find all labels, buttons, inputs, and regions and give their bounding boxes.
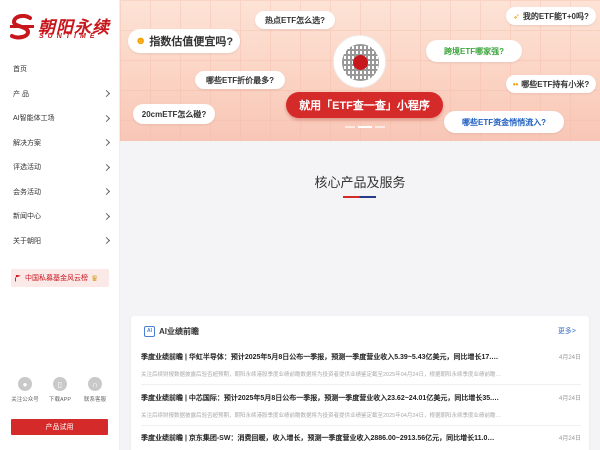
nav-item-events[interactable]: 会务活动 xyxy=(0,180,120,205)
banner-bubble: ☻ 指数估值便宜吗? xyxy=(128,29,240,53)
chevron-right-icon xyxy=(102,114,111,122)
carousel-dot[interactable] xyxy=(375,126,385,128)
qr-label: 下载APP xyxy=(48,397,71,403)
nav-label: 首页 xyxy=(13,66,27,74)
nav-item-home[interactable]: 首页 xyxy=(0,57,120,82)
list-item[interactable]: 季度业绩前瞻 | 京东集团-SW：消费回暖，收入增长，预测一季度营业收入2886… xyxy=(141,433,581,443)
chevron-right-icon xyxy=(102,237,111,245)
nav-label: 新闻中心 xyxy=(13,213,41,221)
chevron-right-icon xyxy=(102,90,111,98)
promo-pill: 就用「ETF查一查」小程序 xyxy=(286,92,443,118)
item-summary: 关注后续财报数据披露后验否超预期，朝阳永续港股季度业绩前瞻数据将为投资者提供业绩… xyxy=(141,372,501,378)
item-title[interactable]: 季度业绩前瞻 | 中芯国际：预计2025年5月8日公布一季报，预测一季度营业收入… xyxy=(141,393,499,403)
chevron-right-icon xyxy=(102,188,111,196)
award-label: 中国私募基金风云榜 xyxy=(25,275,88,282)
item-date: 4月24日 xyxy=(558,436,581,442)
qr-label: 关注公众号 xyxy=(11,397,39,403)
item-summary: 关注后续财报数据披露后验否超预期，朝阳永续港股季度业绩前瞻数据将为投资者提供业绩… xyxy=(141,413,501,419)
nav-item-solutions[interactable]: 解决方案 xyxy=(0,131,120,156)
banner-bubble: ➶ 我的ETF能T+0吗? xyxy=(506,7,596,25)
item-date: 4月24日 xyxy=(558,355,581,361)
chevron-right-icon xyxy=(102,139,111,147)
nav-item-ai-factory[interactable]: AI智能体工场 xyxy=(0,106,120,131)
card-title: AI AI业绩前瞻 xyxy=(144,325,199,337)
main-nav: 首页 产 品 AI智能体工场 解决方案 评选活动 会务活动 新闻中心 关于朝阳 xyxy=(0,57,120,253)
ai-icon: AI xyxy=(144,325,155,337)
item-date: 4月24日 xyxy=(558,396,581,402)
nav-label: 产 品 xyxy=(13,90,29,98)
thinking-face-icon: ☻ xyxy=(134,35,147,47)
chevron-right-icon xyxy=(102,212,111,220)
banner-bubble: 哪些ETF折价最多? xyxy=(195,71,285,89)
headset-icon: ∩ xyxy=(88,377,102,391)
banner-bubble: 哪些ETF资金悄悄流入? xyxy=(444,111,564,133)
nav-item-about[interactable]: 关于朝阳 xyxy=(0,229,120,254)
sidebar: 朝阳永续 SUNTIME 首页 产 品 AI智能体工场 解决方案 评选活动 会务… xyxy=(0,0,120,450)
nav-label: 会务活动 xyxy=(13,188,41,196)
award-banner[interactable]: 中国私募基金风云榜 ♛ xyxy=(11,269,109,287)
card-title-label: AI业绩前瞻 xyxy=(159,326,199,336)
section-underline xyxy=(343,196,376,198)
chevron-right-icon xyxy=(102,163,111,171)
item-title[interactable]: 季度业绩前瞻 | 京东集团-SW：消费回暖，收入增长，预测一季度营业收入2886… xyxy=(141,433,494,443)
divider xyxy=(141,384,581,385)
nav-item-products[interactable]: 产 品 xyxy=(0,82,120,107)
rocket-icon: ➶ xyxy=(513,11,520,21)
qr-label: 联系客服 xyxy=(83,397,106,403)
nav-label: 关于朝阳 xyxy=(13,237,41,245)
item-title[interactable]: 季度业绩前瞻 | 华虹半导体：预计2025年5月8日公布一季报，预测一季度营业收… xyxy=(141,352,498,362)
nav-label: 评选活动 xyxy=(13,164,41,172)
qr-link-wechat[interactable]: ● 关注公众号 xyxy=(8,377,42,403)
card-header: AI AI业绩前瞻 更多> xyxy=(131,316,589,346)
phone-icon: ▯ xyxy=(53,377,67,391)
list-item[interactable]: 季度业绩前瞻 | 华虹半导体：预计2025年5月8日公布一季报，预测一季度营业收… xyxy=(141,352,581,385)
suntime-logo-icon xyxy=(10,14,34,40)
more-link[interactable]: 更多> xyxy=(558,326,576,336)
divider xyxy=(141,425,581,426)
eyes-icon: •• xyxy=(512,79,519,89)
banner-bubble: 跨境ETF哪家强? xyxy=(426,40,522,62)
section-title: 核心产品及服务 xyxy=(314,175,406,190)
banner-bubble: 20cmETF怎么碰? xyxy=(133,104,215,124)
product-trial-button[interactable]: 产品试用 xyxy=(11,419,108,435)
qr-link-app[interactable]: ▯ 下载APP xyxy=(43,377,77,403)
brand-name-en: SUNTIME xyxy=(39,33,99,40)
nav-label: 解决方案 xyxy=(13,139,41,147)
qr-link-service[interactable]: ∩ 联系客服 xyxy=(78,377,112,403)
brand-logo[interactable]: 朝阳永续 SUNTIME xyxy=(10,12,110,42)
flag-icon xyxy=(15,274,21,282)
trophy-icon: ♛ xyxy=(91,273,99,283)
nav-label: AI智能体工场 xyxy=(13,115,55,123)
carousel-dot-active[interactable] xyxy=(358,126,372,128)
miniprogram-qr-code xyxy=(333,35,386,88)
banner-bubble: 热点ETF怎么选? xyxy=(255,11,335,29)
banner-bubble: •• 哪些ETF持有小米? xyxy=(506,75,596,93)
nav-item-news[interactable]: 新闻中心 xyxy=(0,204,120,229)
nav-item-awards[interactable]: 评选活动 xyxy=(0,155,120,180)
wechat-icon: ● xyxy=(18,377,32,391)
list-item[interactable]: 季度业绩前瞻 | 中芯国际：预计2025年5月8日公布一季报，预测一季度营业收入… xyxy=(141,393,581,426)
ai-forecast-card: AI AI业绩前瞻 更多> 季度业绩前瞻 | 华虹半导体：预计2025年5月8日… xyxy=(131,316,589,450)
hero-banner[interactable]: ☻ 指数估值便宜吗? 热点ETF怎么选? ➶ 我的ETF能T+0吗? 跨境ETF哪家… xyxy=(120,0,600,141)
qr-links: ● 关注公众号 ▯ 下载APP ∩ 联系客服 xyxy=(8,377,112,403)
carousel-dot[interactable] xyxy=(345,126,355,128)
carousel-dots[interactable] xyxy=(345,126,385,128)
